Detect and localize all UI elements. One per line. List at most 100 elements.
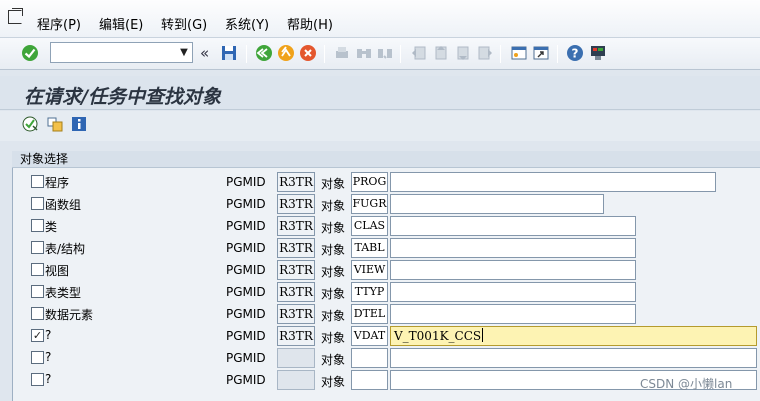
- row-label: 表类型: [45, 286, 82, 300]
- object-name-input[interactable]: [390, 172, 716, 192]
- first-page-icon[interactable]: [410, 44, 428, 62]
- row-checkbox[interactable]: [31, 373, 44, 386]
- row-label: ?: [45, 328, 52, 342]
- row-label: ?: [45, 350, 52, 364]
- command-field[interactable]: [50, 42, 193, 63]
- application-toolbar: [0, 111, 760, 141]
- object-label: 对象: [321, 221, 346, 235]
- standard-toolbar: ▼ « ?: [0, 38, 760, 70]
- row-checkbox[interactable]: [31, 351, 44, 364]
- row-checkbox[interactable]: [31, 241, 44, 254]
- object-name-input[interactable]: [390, 216, 636, 236]
- pgmid-field[interactable]: R3TR: [277, 304, 315, 324]
- pgmid-field[interactable]: [277, 370, 315, 390]
- pgmid-field[interactable]: R3TR: [277, 216, 315, 236]
- pgmid-label: PGMID: [226, 351, 266, 365]
- selection-row: 类 PGMID R3TR 对象 CLAS: [0, 216, 760, 238]
- shortcut-icon[interactable]: [532, 44, 550, 62]
- pgmid-field[interactable]: R3TR: [277, 260, 315, 280]
- row-checkbox[interactable]: [31, 175, 44, 188]
- row-label: 数据元素: [45, 308, 94, 322]
- object-type-field[interactable]: CLAS: [351, 216, 388, 236]
- selection-row: 视图 PGMID R3TR 对象 VIEW: [0, 260, 760, 282]
- object-name-input[interactable]: [390, 238, 636, 258]
- pgmid-field[interactable]: R3TR: [277, 238, 315, 258]
- print-icon[interactable]: [333, 44, 351, 62]
- object-type-field[interactable]: VDAT: [351, 326, 388, 346]
- cancel-icon[interactable]: [299, 44, 317, 62]
- pgmid-label: PGMID: [226, 241, 266, 255]
- pgmid-field[interactable]: R3TR: [277, 194, 315, 214]
- pgmid-label: PGMID: [226, 175, 266, 189]
- menu-help[interactable]: 帮助(H): [287, 14, 333, 33]
- page-title: 在请求/任务中查找对象: [24, 86, 221, 108]
- pgmid-label: PGMID: [226, 263, 266, 277]
- object-label: 对象: [321, 309, 346, 323]
- collapse-arrow-icon[interactable]: «: [200, 44, 209, 62]
- object-type-field[interactable]: [351, 370, 388, 390]
- selection-row: 数据元素 PGMID R3TR 对象 DTEL: [0, 304, 760, 326]
- info-icon[interactable]: [71, 116, 87, 132]
- next-page-icon[interactable]: [454, 44, 472, 62]
- new-session-icon[interactable]: [510, 44, 528, 62]
- text-cursor: [482, 328, 484, 342]
- menu-edit[interactable]: 编辑(E): [99, 14, 143, 33]
- find-icon[interactable]: [355, 44, 373, 62]
- object-name-input[interactable]: [390, 282, 636, 302]
- row-checkbox[interactable]: [31, 307, 44, 320]
- object-type-field[interactable]: TTYP: [351, 282, 388, 302]
- menu-bar: 程序(P) 编辑(E) 转到(G) 系统(Y) 帮助(H): [0, 0, 760, 38]
- object-name-input[interactable]: [390, 304, 636, 324]
- menu-goto[interactable]: 转到(G): [161, 14, 207, 33]
- pgmid-field[interactable]: [277, 348, 315, 368]
- pgmid-label: PGMID: [226, 285, 266, 299]
- object-type-field[interactable]: [351, 348, 388, 368]
- object-name-input[interactable]: [390, 260, 636, 280]
- object-type-field[interactable]: DTEL: [351, 304, 388, 324]
- row-label: 视图: [45, 264, 70, 278]
- object-type-field[interactable]: TABL: [351, 238, 388, 258]
- exit-icon[interactable]: [277, 44, 295, 62]
- object-label: 对象: [321, 331, 346, 345]
- selection-row: 表类型 PGMID R3TR 对象 TTYP: [0, 282, 760, 304]
- row-checkbox[interactable]: ✓: [31, 329, 44, 342]
- find-next-icon[interactable]: [376, 44, 394, 62]
- pgmid-label: PGMID: [226, 219, 266, 233]
- object-name-input[interactable]: V_T001K_CCS: [390, 326, 757, 346]
- object-type-field[interactable]: FUGR: [351, 194, 388, 214]
- menu-system[interactable]: 系统(Y): [225, 14, 269, 33]
- pgmid-field[interactable]: R3TR: [277, 172, 315, 192]
- execute-icon[interactable]: [22, 116, 38, 132]
- last-page-icon[interactable]: [476, 44, 494, 62]
- group-title: 对象选择: [12, 151, 760, 168]
- help-icon[interactable]: ?: [566, 44, 584, 62]
- selection-row: 表/结构 PGMID R3TR 对象 TABL: [0, 238, 760, 260]
- enter-check-icon[interactable]: [21, 44, 39, 62]
- object-label: 对象: [321, 199, 346, 213]
- previous-page-icon[interactable]: [432, 44, 450, 62]
- variant-icon[interactable]: [47, 116, 63, 132]
- object-type-field[interactable]: VIEW: [351, 260, 388, 280]
- row-checkbox[interactable]: [31, 285, 44, 298]
- system-menu-icon[interactable]: [8, 8, 23, 24]
- screen-title-bar: 在请求/任务中查找对象: [0, 76, 760, 110]
- row-checkbox[interactable]: [31, 197, 44, 210]
- object-label: 对象: [321, 375, 346, 389]
- menu-program[interactable]: 程序(P): [37, 14, 81, 33]
- chevron-down-icon[interactable]: ▼: [176, 42, 192, 63]
- object-label: 对象: [321, 265, 346, 279]
- pgmid-field[interactable]: R3TR: [277, 282, 315, 302]
- pgmid-field[interactable]: R3TR: [277, 326, 315, 346]
- pgmid-label: PGMID: [226, 373, 266, 387]
- row-checkbox[interactable]: [31, 219, 44, 232]
- back-icon[interactable]: [255, 44, 273, 62]
- save-icon[interactable]: [220, 44, 238, 62]
- svg-text:?: ?: [572, 47, 579, 61]
- layout-menu-icon[interactable]: [589, 44, 607, 62]
- object-name-input[interactable]: [390, 194, 604, 214]
- row-checkbox[interactable]: [31, 263, 44, 276]
- object-type-field[interactable]: PROG: [351, 172, 388, 192]
- selection-row: 程序 PGMID R3TR 对象 PROG: [0, 172, 760, 194]
- row-label: 程序: [45, 176, 70, 190]
- object-name-input[interactable]: [390, 348, 757, 368]
